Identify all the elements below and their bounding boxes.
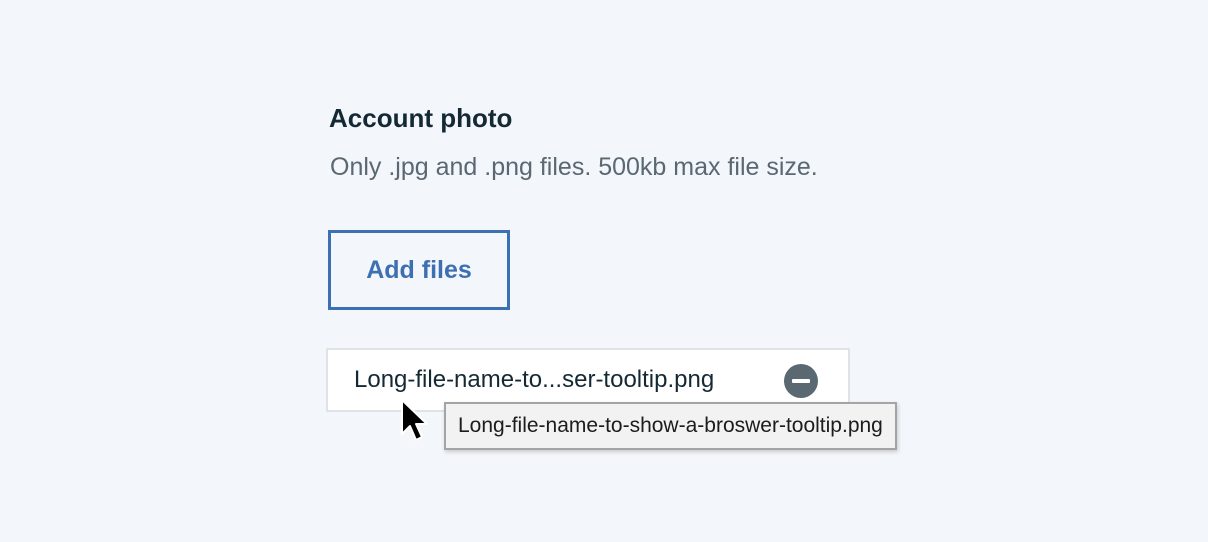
remove-file-button[interactable] <box>784 364 818 398</box>
browser-tooltip: Long-file-name-to-show-a-broswer-tooltip… <box>444 402 897 450</box>
add-files-button[interactable]: Add files <box>328 230 510 310</box>
field-label: Account photo <box>329 103 513 133</box>
mouse-pointer-icon <box>401 399 428 441</box>
helper-text: Only .jpg and .png files. 500kb max file… <box>330 153 818 181</box>
minus-circle-icon <box>792 379 810 383</box>
